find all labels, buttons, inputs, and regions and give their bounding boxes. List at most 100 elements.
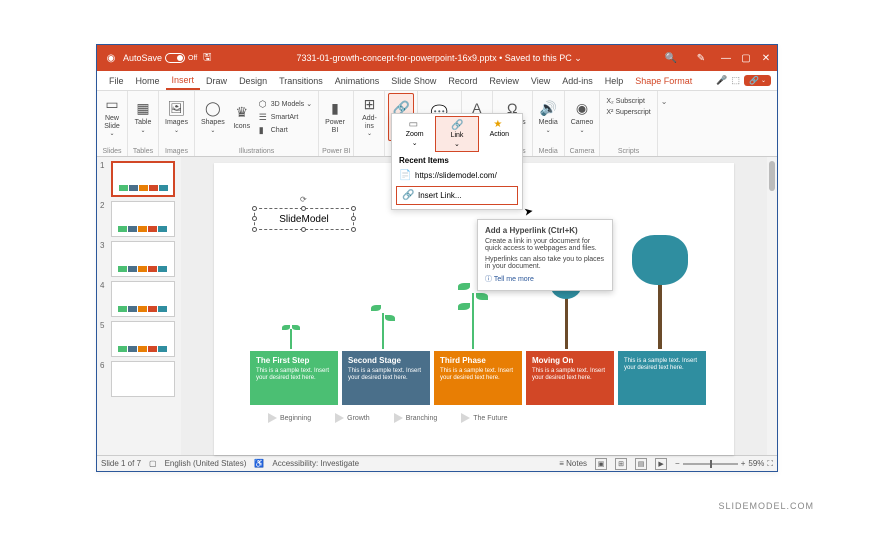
icons-button[interactable]: ♛Icons [230, 93, 254, 141]
3dmodels-button[interactable]: ⬡3D Models⌄ [256, 98, 315, 110]
thumb-5[interactable]: 5 [100, 321, 178, 357]
arrow-row: Beginning Growth Branching The Future [268, 413, 507, 423]
images-button[interactable]: 🖼Images⌄ [162, 93, 191, 141]
media-button[interactable]: 🔊Media⌄ [536, 93, 561, 141]
action-icon: ★ [493, 119, 505, 130]
new-slide-button[interactable]: ▭ New Slide ⌄ [100, 93, 124, 141]
tell-me-more-link[interactable]: Tell me more [485, 274, 605, 284]
tab-design[interactable]: Design [233, 71, 273, 90]
autosave-switch[interactable] [165, 53, 185, 63]
pen-icon[interactable]: ✎ [694, 51, 708, 65]
tab-addins[interactable]: Add-ins [556, 71, 599, 90]
minimize-button[interactable]: — [719, 53, 733, 64]
selected-textbox[interactable]: ⟳ SlideModel [254, 208, 354, 230]
card-5: This is a sample text. Insert your desir… [618, 351, 706, 405]
link-subbutton[interactable]: 🔗Link⌄ [435, 116, 478, 152]
zoom-in-icon[interactable]: + [741, 459, 746, 468]
recent-item-1[interactable]: 📄 https://slidemodel.com/ [394, 167, 520, 184]
insert-link-item[interactable]: 🔗 Insert Link... [396, 186, 518, 205]
status-bar: Slide 1 of 7 ▢ English (United States) ♿… [97, 455, 777, 471]
cameo-button[interactable]: ◉Cameo⌄ [568, 93, 597, 141]
new-slide-icon: ▭ [103, 96, 121, 114]
shapes-icon: ◯ [204, 100, 222, 118]
ribbon-collapse-icon[interactable]: ⌄ [661, 97, 668, 106]
tooltip-body1: Create a link in your document for quick… [485, 238, 605, 252]
thumb-2[interactable]: 2 [100, 201, 178, 237]
table-button[interactable]: ▦Table⌄ [131, 93, 155, 141]
smartart-button[interactable]: ☰SmartArt [256, 111, 315, 123]
slide-thumbnails: 1 2 3 4 5 6 [97, 157, 181, 455]
shapes-button[interactable]: ◯Shapes⌄ [198, 93, 228, 141]
tab-draw[interactable]: Draw [200, 71, 233, 90]
table-icon: ▦ [134, 100, 152, 118]
language-status[interactable]: English (United States) [165, 459, 247, 468]
zoom-out-icon[interactable]: − [675, 459, 680, 468]
accessibility-icon[interactable]: ♿ [254, 459, 264, 468]
chart-button[interactable]: ▮Chart [256, 124, 315, 136]
powerbi-icon: ▮ [326, 100, 344, 118]
action-button[interactable]: ★Action [479, 116, 520, 152]
tab-review[interactable]: Review [483, 71, 525, 90]
thumb-3[interactable]: 3 [100, 241, 178, 277]
link-icon: 🔗 [451, 120, 463, 131]
card-4: Moving OnThis is a sample text. Insert y… [526, 351, 614, 405]
language-icon[interactable]: ▢ [149, 459, 157, 468]
reading-view-icon[interactable]: ▤ [635, 458, 647, 470]
zoom-value: 59% [748, 459, 764, 468]
tab-animations[interactable]: Animations [329, 71, 386, 90]
page-icon: 📄 [399, 170, 411, 181]
hyperlink-tooltip: Add a Hyperlink (Ctrl+K) Create a link i… [477, 219, 613, 291]
search-icon[interactable]: 🔍 [664, 51, 678, 65]
tab-file[interactable]: File [103, 71, 130, 90]
subscript-button[interactable]: X₂Subscript [603, 97, 653, 106]
tab-shape-format[interactable]: Shape Format [629, 71, 698, 90]
superscript-button[interactable]: X²Superscript [603, 108, 653, 117]
zoom-control[interactable]: − + 59% ⛶ [675, 459, 773, 469]
notes-button[interactable]: ≡ Notes [559, 459, 587, 468]
link-icon: 🔗 [402, 190, 414, 201]
title-bar: ◉ AutoSave Off 🖫 7331-01-growth-concept-… [97, 45, 777, 71]
autosave-label: AutoSave [123, 53, 162, 63]
addins-button[interactable]: ⊞Add- ins⌄ [357, 93, 381, 141]
tab-insert[interactable]: Insert [166, 71, 201, 90]
restore-button[interactable]: ▢ [739, 53, 753, 64]
ribbon-tabs: File Home Insert Draw Design Transitions… [97, 71, 777, 91]
autosave-state: Off [188, 55, 197, 62]
cube-icon: ⬡ [259, 99, 269, 109]
slideshow-view-icon[interactable]: ▶ [655, 458, 667, 470]
thumb-4[interactable]: 4 [100, 281, 178, 317]
tab-record[interactable]: Record [442, 71, 483, 90]
close-button[interactable]: ✕ [759, 53, 773, 64]
addins-icon: ⊞ [360, 96, 378, 114]
mouse-cursor-icon: ➤ [523, 204, 534, 218]
rotate-handle-icon[interactable]: ⟳ [300, 195, 307, 204]
share-button[interactable]: 🔗⌄ [744, 75, 771, 86]
tab-home[interactable]: Home [130, 71, 166, 90]
autosave-toggle[interactable]: AutoSave Off [123, 53, 197, 63]
sorter-view-icon[interactable]: ⊞ [615, 458, 627, 470]
tooltip-body2: Hyperlinks can also take you to places i… [485, 256, 605, 270]
canvas-scrollbar[interactable] [767, 157, 777, 455]
arrow-icon [394, 413, 403, 423]
thumb-6[interactable]: 6 [100, 361, 178, 397]
links-dropdown: ▭Zoom⌄ 🔗Link⌄ ★Action Recent Items 📄 htt… [391, 113, 523, 210]
normal-view-icon[interactable]: ▣ [595, 458, 607, 470]
save-icon[interactable]: 🖫 [200, 51, 214, 65]
tab-view[interactable]: View [525, 71, 556, 90]
app-window: ◉ AutoSave Off 🖫 7331-01-growth-concept-… [96, 44, 778, 472]
mic-icon[interactable]: 🎤 [716, 75, 727, 86]
icons-icon: ♛ [233, 104, 251, 122]
accessibility-status[interactable]: Accessibility: Investigate [272, 459, 359, 468]
tab-help[interactable]: Help [599, 71, 630, 90]
fit-icon[interactable]: ⛶ [767, 459, 773, 469]
powerbi-button[interactable]: ▮Power BI [322, 93, 348, 141]
zoom-link-button[interactable]: ▭Zoom⌄ [394, 116, 435, 152]
tab-slideshow[interactable]: Slide Show [385, 71, 442, 90]
thumb-1[interactable]: 1 [100, 161, 178, 197]
zoom-slider[interactable] [683, 463, 738, 465]
document-title[interactable]: 7331-01-growth-concept-for-powerpoint-16… [217, 53, 661, 64]
camera-tab-icon[interactable]: ⬚ [731, 75, 740, 86]
arrow-icon [461, 413, 470, 423]
tab-transitions[interactable]: Transitions [273, 71, 329, 90]
card-row: The First StepThis is a sample text. Ins… [250, 351, 706, 405]
